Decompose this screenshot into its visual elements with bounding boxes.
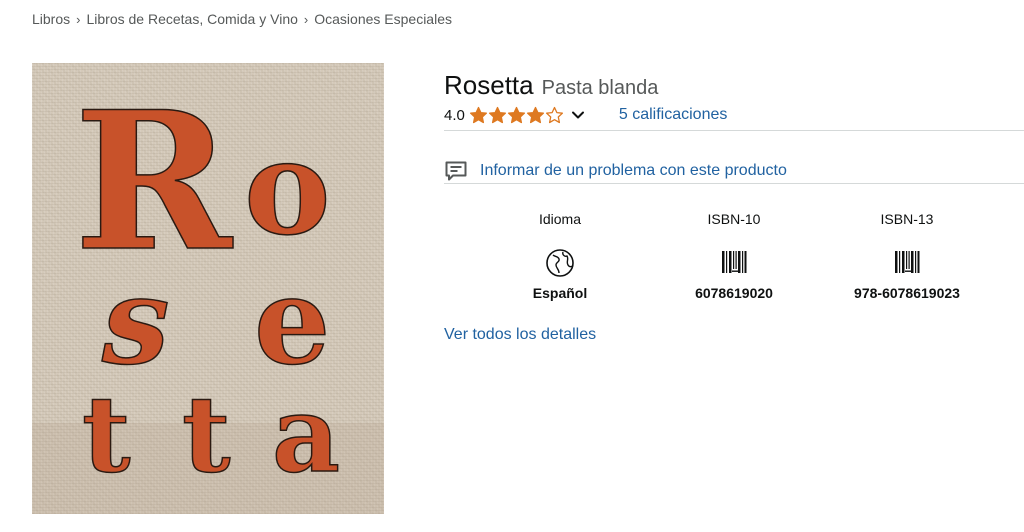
- star-filled-icon: [526, 106, 544, 124]
- ratings-count-link[interactable]: 5 calificaciones: [619, 106, 728, 124]
- divider: [444, 183, 1024, 184]
- detail-label: ISBN-10: [707, 211, 761, 227]
- report-problem-link[interactable]: Informar de un problema con este product…: [480, 162, 787, 180]
- product-details-carousel: Idioma Español ISBN-10 6078619020 ISBN-1…: [470, 211, 1010, 311]
- product-binding: Pasta blanda: [541, 77, 659, 99]
- breadcrumb-item-libros[interactable]: Libros: [32, 11, 70, 27]
- breadcrumb-separator: ›: [76, 11, 81, 27]
- cover-letter-o: o: [244, 111, 331, 264]
- see-all-details-link[interactable]: Ver todos los detalles: [444, 326, 596, 344]
- star-filled-icon: [507, 106, 525, 124]
- barcode-icon: [722, 251, 747, 273]
- breadcrumb-item-ocasiones[interactable]: Ocasiones Especiales: [314, 11, 452, 27]
- breadcrumb-item-recetas[interactable]: Libros de Recetas, Comida y Vino: [86, 11, 297, 27]
- star-filled-icon: [488, 106, 506, 124]
- detail-value: 978-6078619023: [854, 285, 960, 301]
- detail-label: Idioma: [538, 211, 582, 227]
- cover-letter-t1: t: [82, 372, 131, 496]
- feedback-icon[interactable]: [444, 159, 468, 183]
- cover-letter-s: s: [101, 251, 170, 392]
- rating-row: 4.0 5 calificaciones: [444, 106, 727, 124]
- product-title-row: Rosetta Pasta blanda: [444, 70, 658, 101]
- detail-value: 6078619020: [695, 285, 773, 301]
- book-cover-image[interactable]: R o s e t t a: [32, 63, 384, 514]
- product-title: Rosetta: [444, 70, 534, 100]
- detail-value: Español: [532, 285, 588, 301]
- star-filled-icon: [469, 106, 487, 124]
- cover-letter-t2: t: [182, 372, 231, 496]
- detail-isbn13: ISBN-13 978-6078619023: [827, 211, 987, 301]
- report-problem-row: Informar de un problema con este product…: [444, 159, 787, 183]
- detail-label: ISBN-13: [880, 211, 934, 227]
- globe-icon: [546, 249, 574, 277]
- rating-stars[interactable]: [469, 106, 564, 124]
- rating-value[interactable]: 4.0: [444, 107, 465, 124]
- star-empty-icon: [545, 106, 563, 124]
- cover-letter-a: a: [272, 372, 340, 496]
- cover-lettering: R o s e t t a: [73, 69, 341, 497]
- detail-language: Idioma Español: [480, 211, 640, 301]
- breadcrumb-separator: ›: [303, 11, 309, 27]
- barcode-icon: [895, 251, 920, 273]
- chevron-down-icon[interactable]: [570, 107, 586, 123]
- detail-isbn10: ISBN-10 6078619020: [654, 211, 814, 301]
- divider: [444, 130, 1024, 131]
- cover-letter-e: e: [254, 251, 330, 392]
- breadcrumb: Libros › Libros de Recetas, Comida y Vin…: [32, 11, 452, 27]
